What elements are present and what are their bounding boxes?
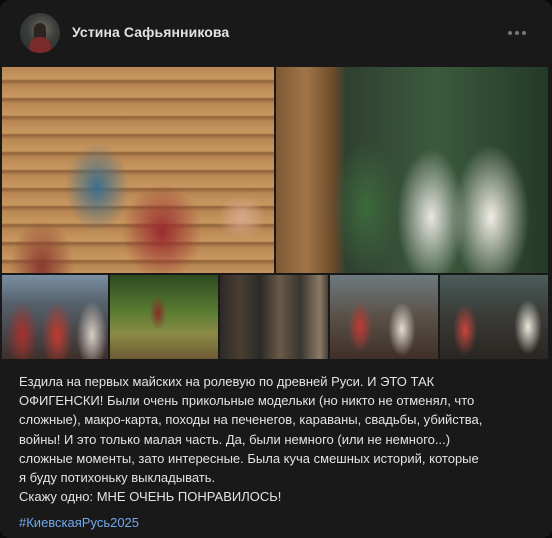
post-text-line: ОФИГЕНСКИ! Были очень прикольные модельк… [19, 393, 475, 409]
photo-7[interactable] [440, 275, 548, 359]
post-text-line: сложные), макро-карта, походы на печенег… [19, 412, 483, 428]
menu-dot [508, 31, 512, 35]
hashtag-link[interactable]: #КиевскаяРусь2025 [19, 513, 139, 532]
photo-1[interactable] [2, 67, 274, 273]
post-card: Устина Сафьянникова Ездила на первых май… [0, 0, 552, 538]
avatar[interactable] [20, 13, 60, 53]
menu-dot [515, 31, 519, 35]
post-text-line: войны! И это только малая часть. Да, был… [19, 431, 451, 447]
author-name[interactable]: Устина Сафьянникова [72, 24, 229, 40]
photo-4[interactable] [110, 275, 218, 359]
menu-dot [522, 31, 526, 35]
post-text-line: Скажу одно: МНЕ ОЧЕНЬ ПОНРАВИЛОСЬ! [19, 489, 282, 505]
photo-3[interactable] [2, 275, 108, 359]
avatar-figure-body [29, 37, 51, 53]
post-text: Ездила на первых майских на ролевую по д… [19, 372, 534, 506]
post-text-line: сложные моменты, зато интересные. Была к… [19, 450, 479, 466]
more-horizontal-icon[interactable] [502, 22, 532, 44]
post-text-line: я буду потихоньку выкладывать. [19, 470, 216, 486]
photo-6[interactable] [330, 275, 438, 359]
post-header: Устина Сафьянникова [0, 0, 552, 66]
photo-2[interactable] [276, 67, 548, 273]
post-text-line: Ездила на первых майских на ролевую по д… [19, 374, 435, 389]
photo-5[interactable] [220, 275, 328, 359]
